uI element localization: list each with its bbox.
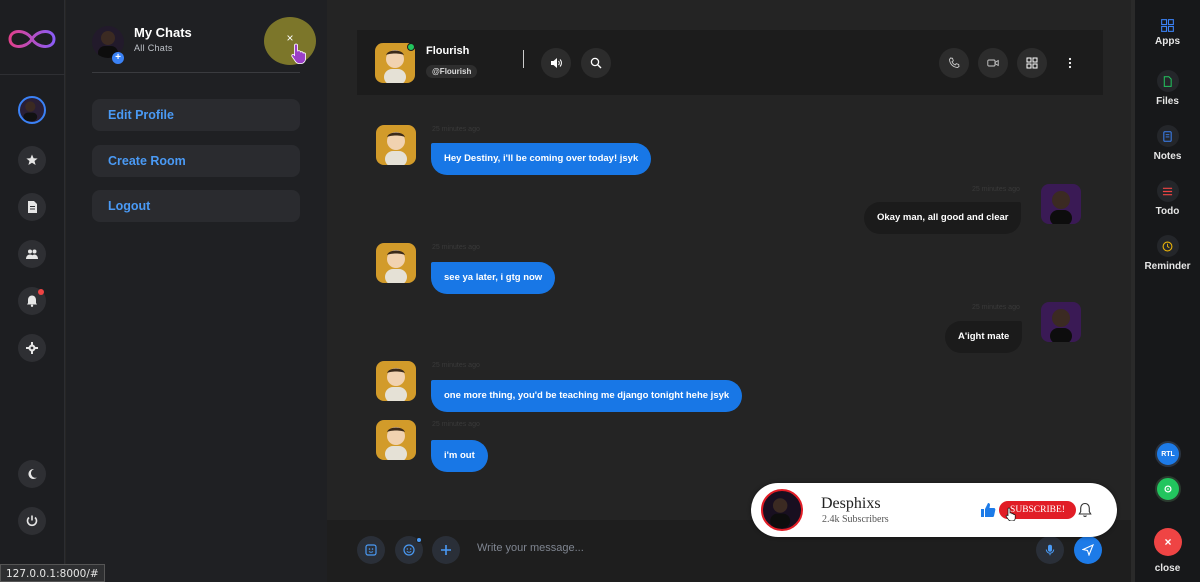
- message-bubble[interactable]: Okay man, all good and clear: [864, 202, 1022, 234]
- gear-icon[interactable]: [18, 334, 46, 362]
- message-bubble[interactable]: A'ight mate: [945, 321, 1023, 353]
- message-bubble[interactable]: Hey Destiny, i'll be coming over today! …: [431, 143, 652, 175]
- more-options-icon[interactable]: [1061, 54, 1079, 72]
- message-time: 25 minutes ago: [432, 421, 480, 428]
- todo-label: Todo: [1155, 206, 1180, 217]
- speaker-icon[interactable]: [541, 48, 571, 78]
- notification-dot: [38, 289, 44, 295]
- notes-label: Notes: [1153, 151, 1182, 162]
- channel-avatar[interactable]: [761, 489, 803, 531]
- microphone-icon[interactable]: [1036, 536, 1064, 564]
- panel-title: My Chats: [134, 25, 192, 40]
- apps-label: Apps: [1155, 36, 1180, 47]
- notes-icon: [1156, 125, 1179, 147]
- message-bubble[interactable]: i'm out: [431, 440, 488, 472]
- pointer-cursor-icon: [1005, 507, 1016, 521]
- right-rail: Apps Files Notes Todo Reminder RTL × clo…: [1131, 0, 1200, 582]
- todo-button[interactable]: Todo: [1135, 180, 1200, 217]
- message-avatar: [376, 361, 416, 401]
- infinity-logo-icon[interactable]: [4, 22, 60, 56]
- message-bubble[interactable]: one more thing, you'd be teaching me dja…: [431, 380, 743, 412]
- create-room-button[interactable]: Create Room: [92, 145, 300, 177]
- contact-name: Flourish: [426, 45, 470, 57]
- message-avatar: [1041, 184, 1081, 224]
- left-rail: [0, 0, 65, 582]
- message-time: 25 minutes ago: [972, 304, 1020, 311]
- phone-icon[interactable]: [939, 48, 969, 78]
- panel-subtitle: All Chats: [134, 43, 173, 53]
- avatar[interactable]: [18, 96, 46, 124]
- files-label: Files: [1156, 96, 1179, 107]
- chat-header: Flourish @Flourish: [357, 30, 1103, 95]
- online-status-dot: [407, 43, 415, 51]
- bell-icon[interactable]: [18, 287, 46, 315]
- message-time: 25 minutes ago: [972, 186, 1020, 193]
- message-time: 25 minutes ago: [432, 362, 480, 369]
- status-url: 127.0.0.1:8000/#: [0, 564, 105, 582]
- send-button[interactable]: [1074, 536, 1102, 564]
- moon-icon[interactable]: [18, 460, 46, 488]
- emoji-icon[interactable]: [395, 536, 423, 564]
- thumbs-up-icon[interactable]: [980, 502, 996, 518]
- message-time: 25 minutes ago: [432, 126, 480, 133]
- message-avatar: [376, 243, 416, 283]
- header-separator: [523, 50, 524, 68]
- rail-divider: [0, 74, 65, 75]
- reminder-button[interactable]: Reminder: [1135, 235, 1200, 272]
- search-icon[interactable]: [581, 48, 611, 78]
- clock-icon: [1156, 235, 1179, 257]
- contact-handle: @Flourish: [426, 65, 478, 78]
- subscribe-card: Desphixs 2.4k Subscribers SUBSCRIBE!: [751, 483, 1117, 537]
- subscriber-count: 2.4k Subscribers: [822, 514, 889, 525]
- message-avatar: [376, 125, 416, 165]
- logout-button[interactable]: Logout: [92, 190, 300, 222]
- add-attachment-icon[interactable]: [432, 536, 460, 564]
- sticker-icon[interactable]: [357, 536, 385, 564]
- channel-name: Desphixs: [821, 495, 881, 512]
- list-icon: [1156, 180, 1179, 202]
- notes-button[interactable]: Notes: [1135, 125, 1200, 162]
- bell-icon[interactable]: [1078, 502, 1092, 518]
- add-photo-icon[interactable]: +: [112, 52, 124, 64]
- message-avatar: [1041, 302, 1081, 342]
- hand-cursor-icon: [291, 43, 306, 64]
- theme-color-button[interactable]: [1155, 476, 1181, 502]
- panel-divider: [92, 72, 300, 73]
- edit-profile-button[interactable]: Edit Profile: [92, 99, 300, 131]
- layout-grid-icon[interactable]: [1017, 48, 1047, 78]
- message-bubble[interactable]: see ya later, i gtg now: [431, 262, 556, 294]
- emoji-badge: [416, 537, 422, 543]
- document-icon[interactable]: [18, 193, 46, 221]
- group-icon[interactable]: [18, 240, 46, 268]
- reminder-label: Reminder: [1144, 261, 1191, 272]
- send-icon: [1082, 544, 1094, 556]
- menu-panel: + My Chats All Chats × Edit Profile Crea…: [66, 0, 327, 582]
- close-label: close: [1154, 563, 1181, 574]
- message-input[interactable]: Write your message...: [477, 542, 584, 554]
- apps-button[interactable]: Apps: [1135, 16, 1200, 47]
- close-icon[interactable]: ×: [1154, 528, 1182, 556]
- settings-cog-icon: [1164, 485, 1172, 493]
- message-time: 25 minutes ago: [432, 244, 480, 251]
- star-icon[interactable]: [18, 146, 46, 174]
- grid-icon: [1157, 16, 1179, 34]
- file-icon: [1156, 70, 1179, 92]
- video-call-icon[interactable]: [978, 48, 1008, 78]
- files-button[interactable]: Files: [1135, 70, 1200, 107]
- message-avatar: [376, 420, 416, 460]
- power-icon[interactable]: [18, 507, 46, 535]
- rtl-toggle-button[interactable]: RTL: [1155, 441, 1181, 467]
